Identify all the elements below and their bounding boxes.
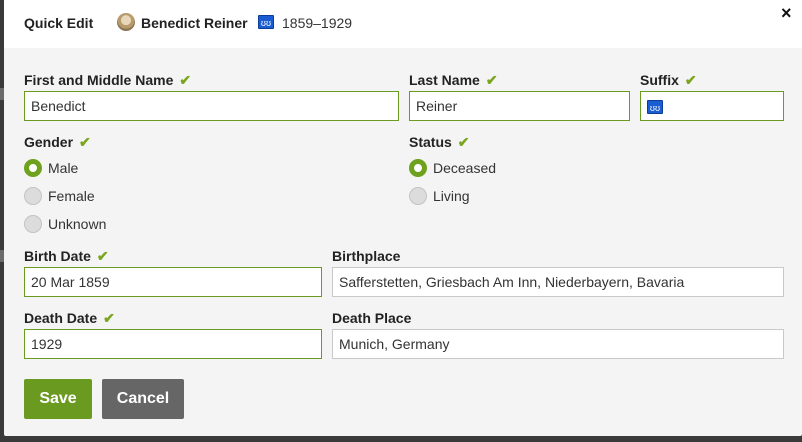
valid-check-icon: ✔ (485, 72, 498, 88)
save-button[interactable]: Save (24, 379, 92, 419)
status-label: Status ✔ (409, 134, 470, 151)
quick-edit-dialog: Quick Edit Benedict Reiner ʊʊ 1859–1929 … (4, 0, 802, 436)
radio-unselected-icon (24, 215, 42, 233)
valid-check-icon: ✔ (96, 248, 109, 264)
gender-option-unknown[interactable]: Unknown (24, 215, 106, 233)
dialog-title: Quick Edit (24, 15, 94, 31)
first-name-input[interactable] (24, 91, 399, 121)
birth-date-label: Birth Date ✔ (24, 248, 109, 265)
suffix-label: Suffix ✔ (640, 72, 697, 89)
death-place-input[interactable] (332, 329, 784, 359)
valid-check-icon: ✔ (684, 72, 697, 88)
status-option-deceased[interactable]: Deceased (409, 159, 496, 177)
valid-check-icon: ✔ (103, 310, 115, 326)
radio-unselected-icon (409, 187, 427, 205)
first-name-label: First and Middle Name ✔ (24, 72, 191, 89)
birth-date-input[interactable] (24, 267, 322, 297)
gender-option-label: Female (48, 188, 95, 204)
death-date-input[interactable] (24, 329, 322, 359)
status-label-text: Status (409, 134, 452, 150)
radio-selected-icon (24, 159, 42, 177)
suffix-label-text: Suffix (640, 72, 679, 88)
gender-option-label: Unknown (48, 216, 107, 232)
death-date-label-text: Death Date (24, 310, 98, 326)
valid-check-icon: ✔ (79, 134, 91, 150)
radio-unselected-icon (24, 187, 42, 205)
gender-option-female[interactable]: Female (24, 187, 95, 205)
person-avatar (117, 13, 135, 31)
birth-date-label-text: Birth Date (24, 248, 91, 264)
first-name-label-text: First and Middle Name (24, 72, 174, 88)
birthplace-input[interactable] (332, 267, 784, 297)
radio-selected-icon (409, 159, 427, 177)
cancel-button[interactable]: Cancel (102, 379, 184, 419)
death-place-label: Death Place (332, 310, 411, 326)
suffix-badge-icon: ʊʊ (647, 100, 663, 114)
birthplace-label: Birthplace (332, 248, 400, 264)
gender-option-male[interactable]: Male (24, 159, 78, 177)
last-name-label-text: Last Name (409, 72, 480, 88)
gender-option-label: Male (48, 160, 79, 176)
status-option-label: Living (433, 188, 470, 204)
last-name-input[interactable] (409, 91, 630, 121)
suffix-input[interactable]: ʊʊ (640, 91, 784, 121)
status-option-living[interactable]: Living (409, 187, 470, 205)
death-place-label-text: Death Place (332, 310, 412, 326)
death-date-label: Death Date ✔ (24, 310, 115, 327)
status-option-label: Deceased (433, 160, 497, 176)
valid-check-icon: ✔ (179, 72, 192, 88)
person-badge-icon: ʊʊ (258, 15, 274, 29)
valid-check-icon: ✔ (457, 134, 470, 150)
last-name-label: Last Name ✔ (409, 72, 498, 89)
person-name: Benedict Reiner (141, 15, 248, 31)
close-button[interactable]: × (781, 3, 792, 24)
birthplace-label-text: Birthplace (332, 248, 401, 264)
gender-label-text: Gender (24, 134, 74, 150)
gender-label: Gender ✔ (24, 134, 91, 151)
dialog-header: Quick Edit Benedict Reiner ʊʊ 1859–1929 … (4, 0, 802, 48)
person-lifespan: 1859–1929 (282, 15, 353, 31)
